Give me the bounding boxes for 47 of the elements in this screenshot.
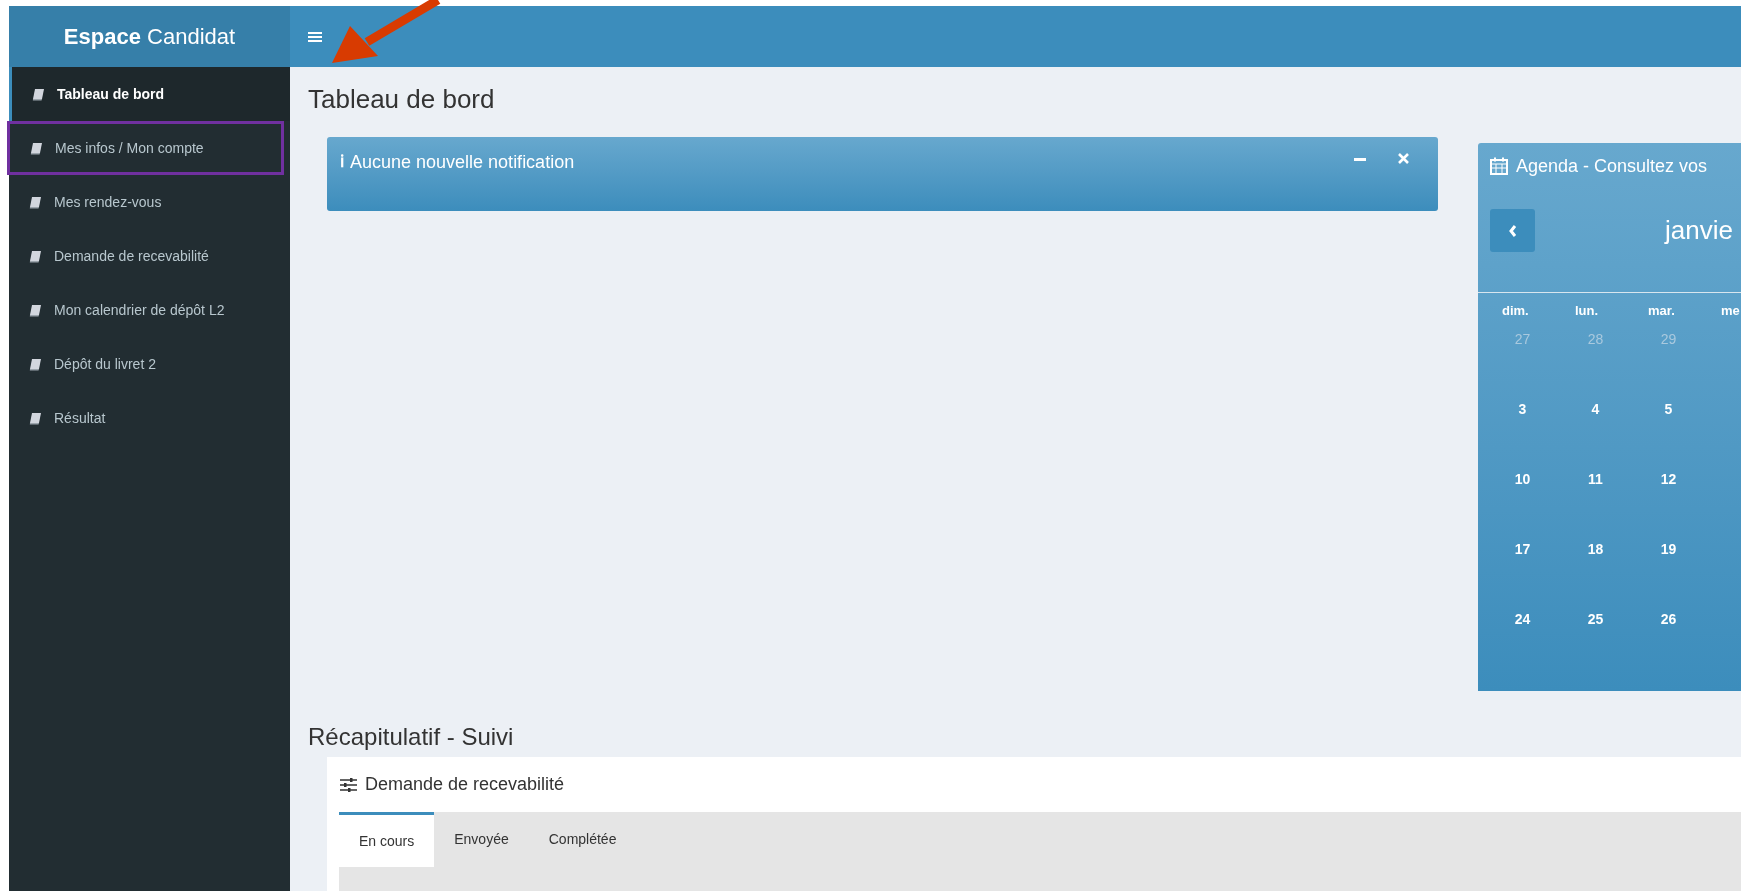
page-title: Tableau de bord	[307, 83, 495, 116]
weekday-label: lun.	[1575, 302, 1599, 320]
calendar-day[interactable]: 24	[1514, 608, 1531, 630]
weekday-label: dim.	[1502, 302, 1529, 320]
calendar-day[interactable]: 26	[1660, 608, 1677, 630]
sliders-icon	[340, 777, 357, 792]
calendar-day[interactable]: 19	[1660, 538, 1677, 560]
menu-icon[interactable]	[308, 30, 322, 43]
status-tab[interactable]: En cours	[339, 812, 435, 867]
info-icon: ℹ	[340, 149, 344, 175]
close-icon[interactable]	[1398, 153, 1409, 164]
chevron-left-icon	[1507, 223, 1518, 238]
calendar-day[interactable]: 25	[1587, 608, 1604, 630]
month-title: janvie	[1665, 214, 1733, 247]
sidebar-item[interactable]: Mon calendrier de dépôt L2	[9, 283, 290, 337]
previous-month-button[interactable]	[1490, 209, 1535, 252]
notification-title: Aucune nouvelle notification	[350, 151, 576, 174]
sidebar-item[interactable]: Mes infos / Mon compte	[7, 121, 284, 175]
sidebar-item[interactable]: Mes rendez-vous	[9, 175, 290, 229]
book-icon	[29, 249, 42, 263]
calendar-day[interactable]: 4	[1591, 398, 1600, 420]
agenda-title: Agenda - Consultez vos	[1516, 154, 1708, 178]
book-icon	[29, 357, 42, 371]
book-icon	[30, 141, 43, 155]
calendar-icon	[1490, 157, 1508, 175]
card-title: Demande de recevabilité	[365, 773, 565, 796]
book-icon	[29, 195, 42, 209]
brand-logo[interactable]: Espace Candidat	[9, 6, 290, 67]
sidebar-item[interactable]: Dépôt du livret 2	[9, 337, 290, 391]
sidebar-item[interactable]: Résultat	[9, 391, 290, 445]
calendar-day[interactable]: 18	[1587, 538, 1604, 560]
calendar-day[interactable]: 10	[1514, 468, 1531, 490]
status-tab[interactable]: Complétée	[528, 812, 637, 867]
calendar-day[interactable]: 3	[1518, 398, 1527, 420]
book-icon	[32, 87, 45, 101]
calendar-day[interactable]: 11	[1588, 468, 1603, 490]
calendar-day[interactable]: 5	[1664, 398, 1673, 420]
section-title: Récapitulatif - Suivi	[307, 722, 514, 752]
status-tab[interactable]: Envoyée	[434, 812, 529, 867]
book-icon	[29, 411, 42, 425]
sidebar-item[interactable]: Demande de recevabilité	[9, 229, 290, 283]
sidebar-item[interactable]: Tableau de bord	[9, 67, 290, 121]
weekday-label: me	[1721, 302, 1740, 320]
book-icon	[29, 303, 42, 317]
calendar-day[interactable]: 17	[1514, 538, 1531, 560]
calendar-day[interactable]: 12	[1660, 468, 1677, 490]
weekday-label: mar.	[1648, 302, 1675, 320]
